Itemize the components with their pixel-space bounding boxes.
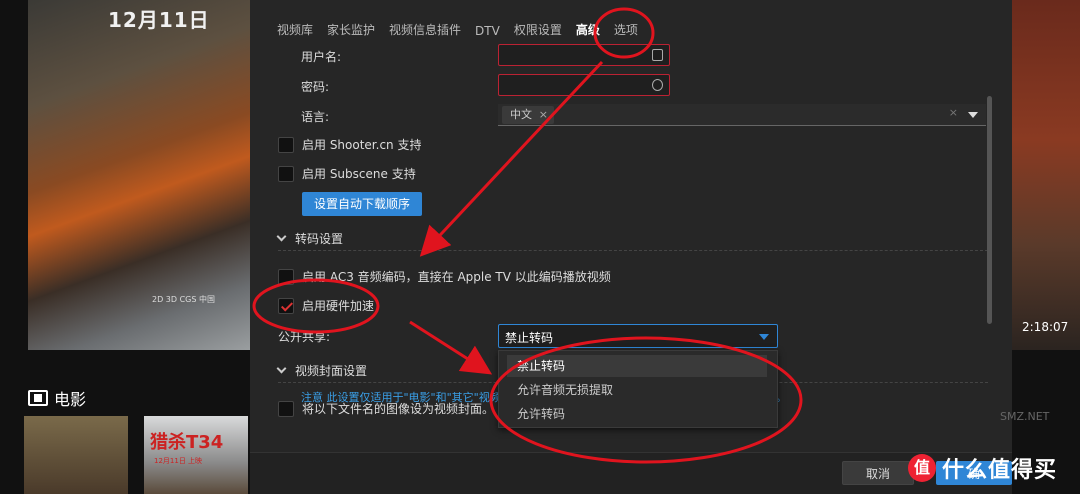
watermark-logo: 值: [908, 454, 936, 482]
cover-section-header[interactable]: 视频封面设置: [276, 362, 368, 379]
subscene-label: 启用 Subscene 支持: [302, 167, 416, 181]
ac3-checkbox[interactable]: [278, 268, 294, 285]
password-input[interactable]: [498, 74, 670, 96]
movie-thumbnail[interactable]: 猎杀T34 12月11日 上映: [144, 416, 248, 494]
dropdown-option-allow-transcode[interactable]: 允许转码: [507, 403, 767, 425]
movies-section-header[interactable]: 电影: [28, 386, 86, 410]
username-label: 用户名:: [301, 50, 342, 64]
dropdown-option-audio-extract[interactable]: 允许音频无损提取: [507, 379, 767, 401]
language-label: 语言:: [301, 110, 330, 124]
hw-accel-option[interactable]: 启用硬件加速: [278, 297, 374, 314]
hw-accel-label: 启用硬件加速: [302, 299, 375, 313]
dropdown-option-disable-transcode[interactable]: 禁止转码: [507, 355, 767, 377]
ac3-option[interactable]: 启用 AC3 音频编码，直接在 Apple TV 以此编码播放视频: [278, 268, 611, 285]
cover-checkbox[interactable]: [278, 400, 294, 417]
hw-accel-checkbox[interactable]: [278, 297, 294, 314]
language-select[interactable]: 中文 × ×: [498, 104, 986, 126]
watermark-text: 什么值得买: [942, 458, 1058, 483]
cover-section-title: 视频封面设置: [295, 364, 368, 378]
username-input[interactable]: [498, 44, 670, 66]
poster-date: 12月11日: [108, 8, 210, 32]
dialog-footer: 取消 确: [250, 452, 1012, 494]
chevron-down-icon: [276, 363, 287, 374]
movie-duration: 2:18:07: [1022, 320, 1069, 334]
chevron-down-icon: [759, 334, 769, 340]
password-label: 密码:: [301, 80, 330, 94]
shooter-label: 启用 Shooter.cn 支持: [302, 138, 422, 152]
clear-icon[interactable]: ×: [949, 106, 958, 119]
film-icon: [28, 390, 48, 406]
subscene-checkbox[interactable]: [278, 165, 294, 182]
key-icon: [652, 79, 663, 91]
public-share-dropdown: 禁止转码 允许音频无损提取 允许转码: [498, 350, 778, 428]
movie-thumbnail[interactable]: [24, 416, 128, 494]
note-prefix: 注意: [301, 391, 323, 404]
movie-backdrop-right: [1012, 0, 1080, 350]
transcode-section-header[interactable]: 转码设置: [276, 230, 344, 247]
remove-chip-icon[interactable]: ×: [539, 106, 548, 124]
chevron-down-icon: [276, 231, 287, 242]
public-share-value: 禁止转码: [505, 331, 554, 345]
shooter-checkbox[interactable]: [278, 136, 294, 153]
scrollbar[interactable]: [987, 96, 992, 324]
public-share-select[interactable]: 禁止转码: [498, 324, 778, 348]
transcode-section-title: 转码设置: [295, 232, 344, 246]
download-order-button[interactable]: 设置自动下载顺序: [302, 192, 423, 216]
cancel-button[interactable]: 取消: [842, 461, 914, 485]
thumbnail-date: 12月11日 上映: [154, 457, 203, 465]
language-chip-label: 中文: [510, 108, 532, 121]
ac3-label: 启用 AC3 音频编码，直接在 Apple TV 以此编码播放视频: [302, 270, 611, 284]
faint-watermark: SMZ.NET: [1000, 410, 1050, 423]
thumbnail-title: 猎杀T34: [150, 432, 224, 453]
poster-credits: 2D 3D CGS 中国: [152, 295, 215, 304]
movies-section-title: 电影: [54, 390, 87, 409]
public-share-label: 公开共享:: [278, 330, 331, 344]
section-divider: [278, 250, 990, 251]
movie-poster-left[interactable]: 12月11日 2D 3D CGS 中国: [28, 0, 250, 350]
language-chip[interactable]: 中文 ×: [502, 106, 554, 124]
site-watermark: 值 什么值得买: [908, 452, 1057, 484]
shooter-option[interactable]: 启用 Shooter.cn 支持: [278, 136, 421, 153]
subscene-option[interactable]: 启用 Subscene 支持: [278, 165, 416, 182]
chevron-down-icon[interactable]: [968, 112, 978, 118]
contact-icon: [652, 49, 663, 61]
